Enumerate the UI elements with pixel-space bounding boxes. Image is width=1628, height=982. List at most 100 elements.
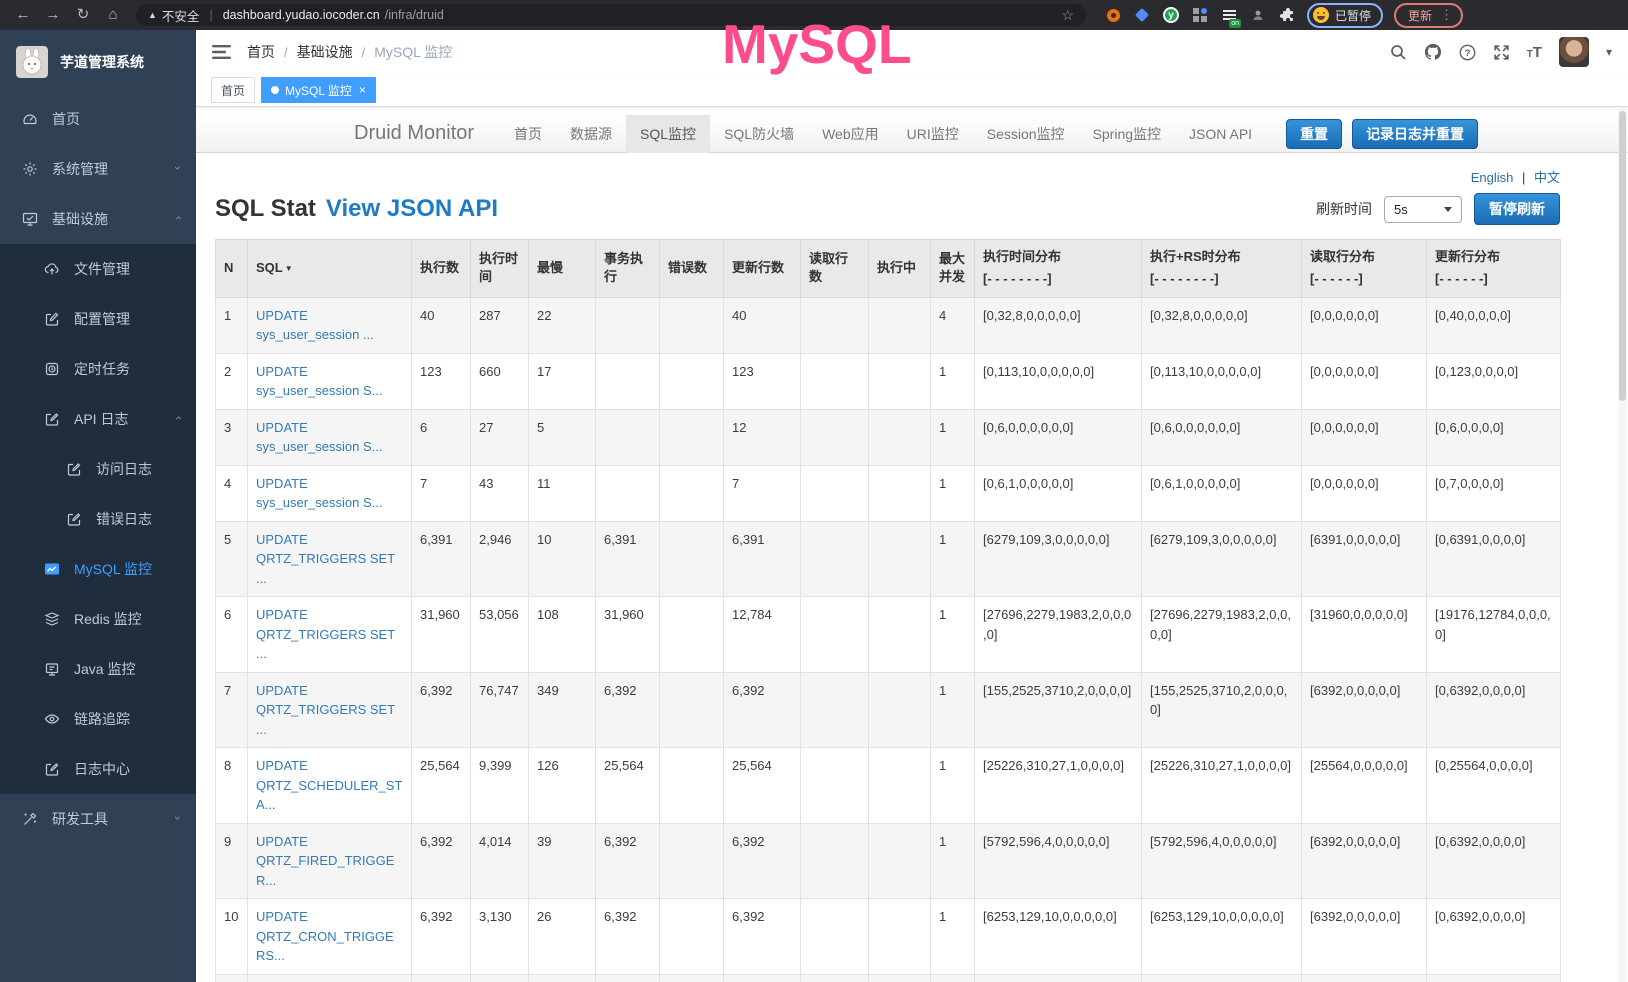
druid-tab-0[interactable]: 首页 [500, 115, 556, 153]
druid-page: Druid Monitor 首页数据源SQL监控SQL防火墙Web应用URI监控… [196, 107, 1628, 982]
sidebar-item-10[interactable]: Redis 监控 [0, 594, 196, 644]
security-label[interactable]: 不安全 [162, 6, 200, 25]
search-icon[interactable] [1390, 44, 1407, 61]
breadcrumb-infra[interactable]: 基础设施 [297, 42, 353, 62]
sidebar-item-13[interactable]: 日志中心 [0, 744, 196, 794]
table-row: 8UPDATE QRTZ_SCHEDULER_STA...25,5649,399… [216, 748, 1561, 824]
sidebar-logo[interactable]: 芋道管理系统 [0, 30, 196, 94]
cell-h_upd: [0,7,0,0,0,0] [1427, 465, 1561, 521]
cell-time: 3,130 [471, 899, 529, 975]
sql-link[interactable]: UPDATE QRTZ_TRIGGERS SET ... [256, 607, 395, 661]
home-icon[interactable]: ⌂ [100, 0, 126, 30]
sidebar-item-3[interactable]: 文件管理 [0, 244, 196, 294]
sidebar-item-4[interactable]: 配置管理 [0, 294, 196, 344]
sidebar-item-5[interactable]: 定时任务 [0, 344, 196, 394]
sql-link[interactable]: UPDATE sys_user_session S... [256, 364, 382, 399]
extension-green-y-icon[interactable]: y [1162, 6, 1180, 24]
chevron-down-icon[interactable]: ▾ [1606, 45, 1612, 59]
extension-blocks-icon[interactable] [1191, 6, 1209, 24]
view-json-api-link[interactable]: View JSON API [326, 195, 498, 223]
column-label: 最大并发 [939, 251, 965, 285]
close-icon[interactable]: × [359, 83, 366, 97]
druid-tab-5[interactable]: URI监控 [893, 115, 973, 153]
sidebar-item-8[interactable]: 错误日志 [0, 494, 196, 544]
reset-button[interactable]: 重置 [1286, 119, 1342, 149]
cell-exec: 40 [412, 297, 471, 353]
sidebar-item-1[interactable]: 系统管理› [0, 144, 196, 194]
puzzle-extensions-icon[interactable] [1278, 6, 1296, 24]
tag-1[interactable]: MySQL 监控× [261, 77, 376, 103]
lang-english-link[interactable]: English [1471, 170, 1514, 185]
pause-refresh-button[interactable]: 暂停刷新 [1474, 193, 1560, 225]
druid-tab-2[interactable]: SQL监控 [626, 115, 710, 153]
sidebar-item-11[interactable]: Java 监控 [0, 644, 196, 694]
lang-chinese-link[interactable]: 中文 [1534, 170, 1560, 185]
druid-tab-1[interactable]: 数据源 [556, 115, 626, 153]
cell-err [660, 899, 724, 975]
cell-h_upd: [0,6391,0,0,0,0] [1427, 521, 1561, 597]
cell-sql: UPDATE QRTZ_TRIGGERS SET ... [248, 521, 412, 597]
breadcrumb-home[interactable]: 首页 [247, 42, 275, 62]
browser-profile-chip[interactable]: 已暂停 [1307, 3, 1383, 28]
fullscreen-icon[interactable] [1493, 44, 1510, 61]
cell-exec: 6,392 [412, 974, 471, 982]
sidebar-item-2[interactable]: 基础设施› [0, 194, 196, 244]
reload-icon[interactable]: ↻ [70, 0, 96, 30]
sidebar-item-6[interactable]: API 日志› [0, 394, 196, 444]
address-bar[interactable]: ▲ 不安全 | dashboard.yudao.iocoder.cn/infra… [136, 4, 1086, 26]
scrollbar-thumb[interactable] [1619, 111, 1626, 401]
table-body: 1UPDATE sys_user_session ...4028722404[0… [216, 297, 1561, 982]
user-avatar[interactable] [1559, 37, 1589, 67]
help-icon[interactable]: ? [1459, 44, 1476, 61]
sql-link[interactable]: UPDATE QRTZ_TRIGGERS SET ... [256, 532, 395, 586]
sql-link[interactable]: UPDATE QRTZ_CRON_TRIGGERS... [256, 909, 394, 963]
sql-link[interactable]: UPDATE QRTZ_TRIGGERS SET ... [256, 683, 395, 737]
refresh-interval-select[interactable]: 5s [1384, 196, 1462, 223]
log-and-reset-button[interactable]: 记录日志并重置 [1352, 119, 1478, 149]
extension-person-icon[interactable] [1249, 6, 1267, 24]
column-label: 执行数 [420, 260, 459, 275]
scrollbar[interactable] [1618, 109, 1627, 982]
app-logo-icon [16, 46, 48, 78]
druid-tab-7[interactable]: Spring监控 [1079, 115, 1175, 153]
sql-link[interactable]: UPDATE sys_user_session S... [256, 476, 382, 511]
druid-tab-3[interactable]: SQL防火墙 [710, 115, 808, 153]
tag-0[interactable]: 首页 [211, 77, 255, 103]
sql-link[interactable]: UPDATE QRTZ_FIRED_TRIGGER... [256, 834, 394, 888]
druid-tab-8[interactable]: JSON API [1175, 115, 1266, 153]
extension-gem-icon[interactable] [1133, 6, 1151, 24]
sql-link[interactable]: UPDATE sys_user_session S... [256, 420, 382, 455]
extension-orange-icon[interactable] [1104, 6, 1122, 24]
cell-h_upd: [0,25564,0,0,0,0] [1427, 748, 1561, 824]
layers-icon [44, 611, 60, 627]
sidebar-item-0[interactable]: 首页 [0, 94, 196, 144]
sql-link[interactable]: UPDATE QRTZ_SCHEDULER_STA... [256, 758, 402, 812]
browser-menu-icon[interactable]: ⋮ [1440, 7, 1453, 23]
sidebar-item-9[interactable]: MySQL 监控 [0, 544, 196, 594]
column-label: N [224, 260, 233, 275]
druid-tab-6[interactable]: Session监控 [973, 115, 1079, 153]
bookmark-star-icon[interactable]: ☆ [1061, 7, 1074, 24]
druid-tab-4[interactable]: Web应用 [808, 115, 893, 153]
sidebar-item-14[interactable]: 研发工具› [0, 794, 196, 844]
cell-h_time: [6279,109,3,0,0,0,0,0] [975, 521, 1142, 597]
sql-link[interactable]: UPDATE sys_user_session ... [256, 308, 374, 343]
cell-err [660, 409, 724, 465]
hamburger-icon[interactable] [212, 44, 231, 60]
column-label: 执行时间分布 [983, 249, 1061, 264]
sidebar-item-label: 定时任务 [74, 359, 130, 379]
sidebar-item-12[interactable]: 链路追踪 [0, 694, 196, 744]
back-icon[interactable]: ← [10, 0, 36, 30]
druid-brand[interactable]: Druid Monitor [344, 122, 484, 145]
browser-update-button[interactable]: 更新 ⋮ [1394, 3, 1463, 28]
sidebar-item-label: Redis 监控 [74, 609, 142, 629]
font-size-icon[interactable]: TT [1527, 44, 1542, 61]
forward-icon[interactable]: → [40, 0, 66, 30]
cell-h_time: [25226,310,27,1,0,0,0,0] [975, 748, 1142, 824]
cell-sql: UPDATE sys_user_session ... [248, 297, 412, 353]
extension-list-on-icon[interactable]: on [1220, 6, 1238, 24]
cell-n: 4 [216, 465, 248, 521]
github-icon[interactable] [1424, 43, 1442, 61]
sidebar-item-7[interactable]: 访问日志 [0, 444, 196, 494]
column-header-sql[interactable]: SQL▼ [248, 240, 412, 298]
